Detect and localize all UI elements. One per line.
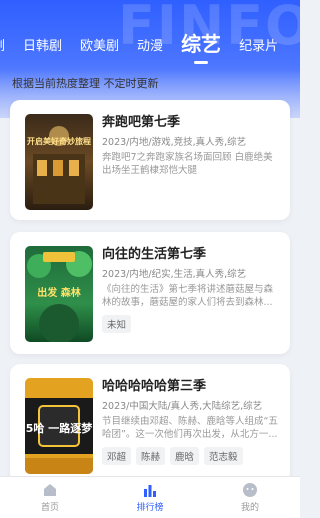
tab-tv-drama[interactable]: 剧 <box>0 38 5 56</box>
show-meta: 2023/内地/纪实,生活,真人秀,综艺 <box>102 269 247 280</box>
tag[interactable]: 鹿晗 <box>170 447 200 465</box>
tag[interactable]: 未知 <box>102 315 132 333</box>
page-subtitle: 根据当前热度整理 不定时更新 <box>12 77 159 90</box>
home-icon <box>44 484 56 496</box>
show-description: 《向往的生活》第七季将讲述蘑菇屋与森林的故事，蘑菇屋的家人们将去到森林... <box>102 284 274 308</box>
show-title: 向往的生活第七季 <box>102 247 207 262</box>
show-poster: 开启美好奇妙旅程 <box>25 114 93 210</box>
show-description: 节目继续由邓超、陈赫、鹿晗等人组成“五哈团”。这一次他们再次出发，从北方一... <box>102 416 278 440</box>
show-card[interactable]: 开启美好奇妙旅程 奔跑吧第七季 2023/内地/游戏,竞技,真人秀,综艺 奔跑吧… <box>10 100 290 220</box>
profile-icon <box>243 483 257 497</box>
show-poster: 出发 森林 <box>25 246 93 342</box>
show-poster: 5哈 一路逐梦 <box>25 378 93 474</box>
show-card[interactable]: 5哈 一路逐梦 哈哈哈哈哈第三季 2023/中国大陆/真人秀,大陆综艺,综艺 节… <box>10 364 290 482</box>
nav-profile-label: 我的 <box>240 503 259 513</box>
tab-documentary[interactable]: 纪录片 <box>239 38 278 56</box>
show-meta: 2023/内地/游戏,竞技,真人秀,综艺 <box>102 137 247 148</box>
show-card[interactable]: 出发 森林 向往的生活第七季 2023/内地/纪实,生活,真人秀,综艺 《向往的… <box>10 232 290 354</box>
show-title: 哈哈哈哈哈第三季 <box>102 379 207 394</box>
tag[interactable]: 陈赫 <box>136 447 166 465</box>
category-tabs: 剧 日韩剧 欧美剧 动漫 综艺 纪录片 <box>0 26 296 56</box>
tag[interactable]: 范志毅 <box>204 447 243 465</box>
ranking-icon <box>144 485 156 497</box>
nav-ranking-label: 排行榜 <box>136 503 164 513</box>
nav-profile[interactable]: 我的 <box>200 477 300 518</box>
tab-anime[interactable]: 动漫 <box>137 38 163 56</box>
show-description: 奔跑吧7之奔跑家族名场面回顾 白鹿绝美出场坐王鹤棣郑恺大腿 <box>102 152 273 176</box>
tag-list: 邓超 陈赫 鹿晗 范志毅 <box>102 447 280 465</box>
nav-home[interactable]: 首页 <box>0 477 100 518</box>
tag-list: 未知 <box>102 315 280 333</box>
poster-caption: 出发 森林 <box>37 286 81 299</box>
bottom-navigation: 首页 排行榜 我的 <box>0 476 300 518</box>
tab-jk-drama[interactable]: 日韩剧 <box>23 38 62 56</box>
nav-ranking[interactable]: 排行榜 <box>100 477 200 518</box>
tab-western-drama[interactable]: 欧美剧 <box>80 38 119 56</box>
tab-variety[interactable]: 综艺 <box>181 32 221 56</box>
show-meta: 2023/中国大陆/真人秀,大陆综艺,综艺 <box>102 401 263 412</box>
poster-caption: 开启美好奇妙旅程 <box>27 136 91 146</box>
nav-home-label: 首页 <box>40 503 59 513</box>
show-title: 奔跑吧第七季 <box>102 115 181 130</box>
poster-caption: 5哈 一路逐梦 <box>26 421 93 435</box>
tag[interactable]: 邓超 <box>102 447 132 465</box>
